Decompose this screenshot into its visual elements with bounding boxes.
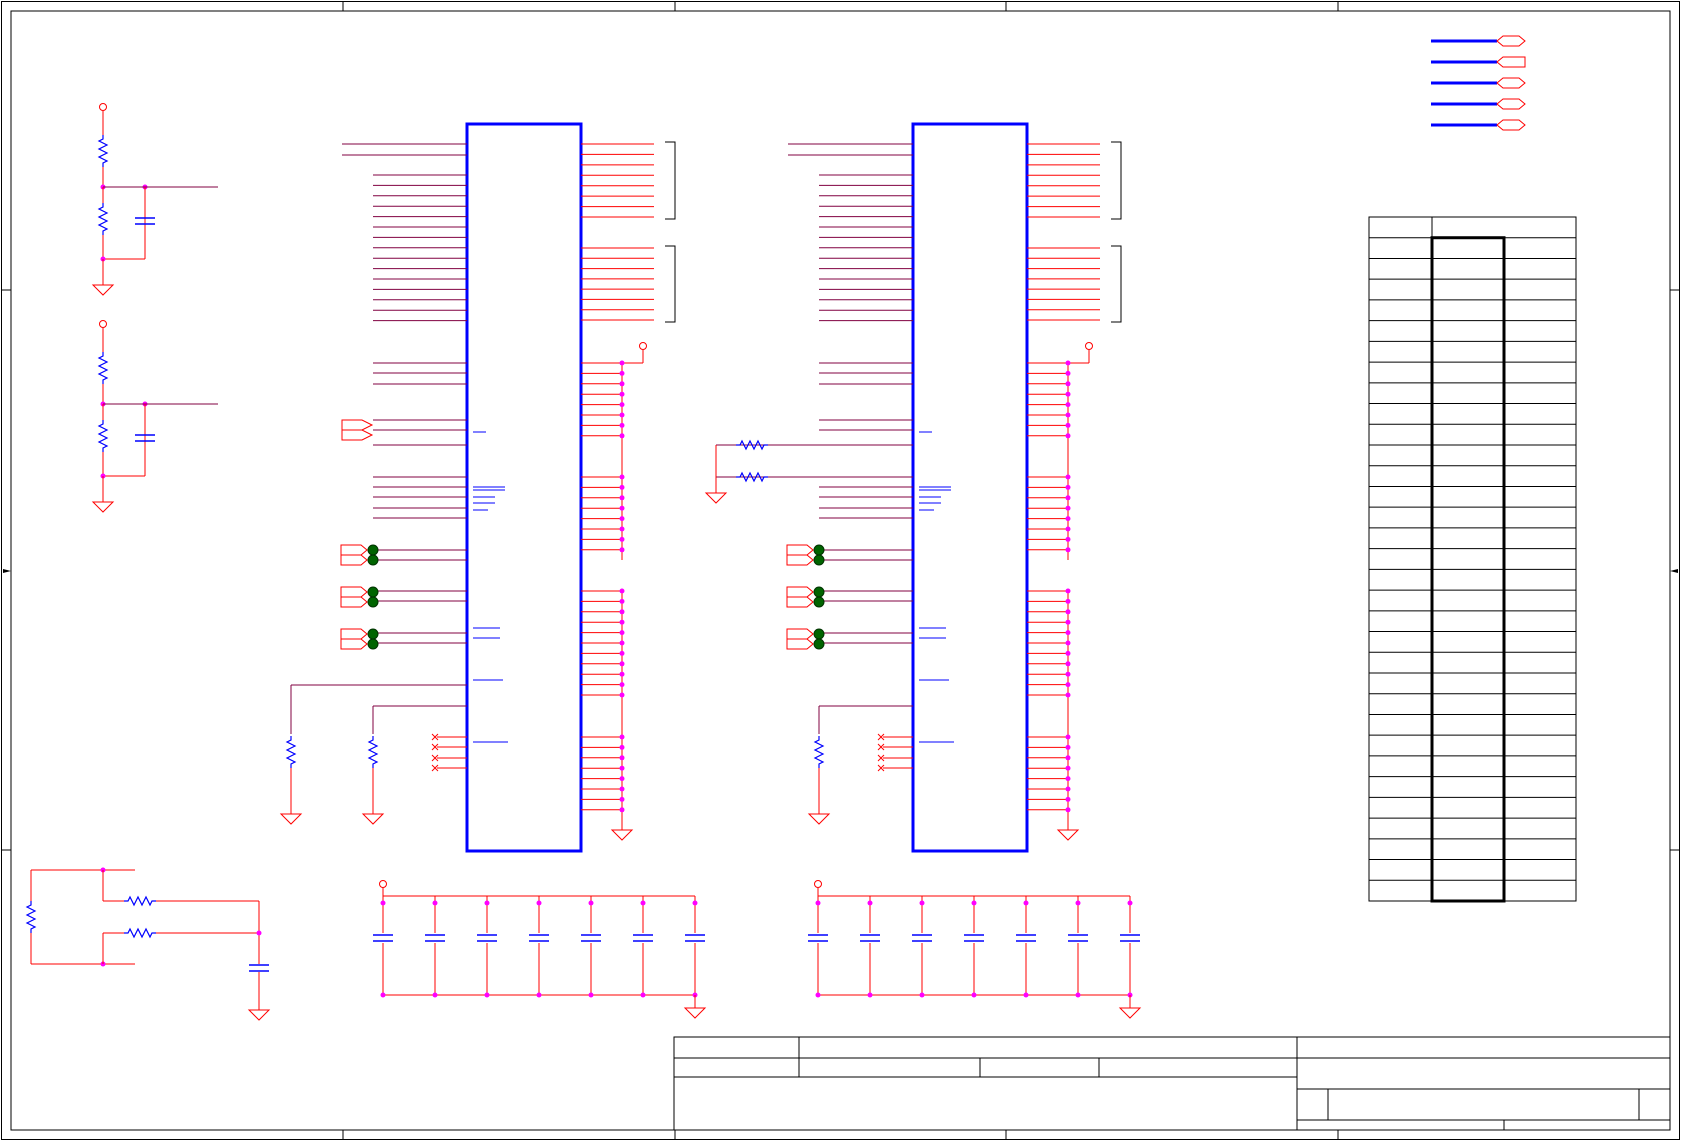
junction-dot: [815, 900, 821, 906]
junction-dot: [1065, 619, 1071, 625]
junction-dot: [256, 930, 262, 936]
junction-dot: [1065, 765, 1071, 771]
junction-dot: [640, 900, 646, 906]
junction-dot: [1065, 433, 1071, 439]
junction-dot: [380, 900, 386, 906]
junction-dot: [536, 992, 542, 998]
junction-dot: [619, 474, 625, 480]
junction-dot: [619, 370, 625, 376]
junction-dot: [619, 692, 625, 698]
junction-dot: [619, 734, 625, 740]
junction-dot: [619, 422, 625, 428]
junction-dot: [1065, 671, 1071, 677]
junction-dot: [484, 900, 490, 906]
junction-dot: [1065, 609, 1071, 615]
junction-dot: [619, 619, 625, 625]
junction-dot: [971, 900, 977, 906]
junction-dot: [619, 640, 625, 646]
junction-dot: [1075, 900, 1081, 906]
junction-dot: [380, 992, 386, 998]
junction-dot: [619, 547, 625, 553]
junction-dot: [692, 900, 698, 906]
junction-dot: [1065, 516, 1071, 522]
junction-dot: [867, 992, 873, 998]
junction-dot: [919, 900, 925, 906]
junction-dot: [1023, 992, 1029, 998]
junction-dot: [619, 360, 625, 366]
junction-dot: [619, 588, 625, 594]
junction-dot: [619, 650, 625, 656]
junction-dot: [619, 755, 625, 761]
junction-dot: [867, 900, 873, 906]
junction-dot: [484, 992, 490, 998]
junction-dot: [619, 526, 625, 532]
junction-dot: [619, 682, 625, 688]
junction-dot: [619, 630, 625, 636]
junction-dot: [1065, 661, 1071, 667]
junction-dot: [1065, 682, 1071, 688]
junction-dot: [1127, 900, 1133, 906]
junction-dot: [640, 992, 646, 998]
junction-dot: [1065, 598, 1071, 604]
junction-dot: [619, 807, 625, 813]
junction-dot: [1065, 360, 1071, 366]
junction-dot: [1065, 412, 1071, 418]
junction-dot: [619, 412, 625, 418]
junction-dot: [619, 391, 625, 397]
junction-dot: [1065, 744, 1071, 750]
junction-dot: [1065, 630, 1071, 636]
junction-dot: [432, 992, 438, 998]
junction-dot: [1065, 536, 1071, 542]
junction-dot: [619, 536, 625, 542]
junction-dot: [619, 765, 625, 771]
junction-dot: [619, 505, 625, 511]
junction-dot: [619, 661, 625, 667]
junction-dot: [619, 402, 625, 408]
junction-dot: [1065, 776, 1071, 782]
junction-dot: [619, 744, 625, 750]
junction-dot: [1065, 807, 1071, 813]
junction-dot: [919, 992, 925, 998]
junction-dot: [1065, 650, 1071, 656]
junction-dot: [432, 900, 438, 906]
junction-dot: [1065, 402, 1071, 408]
junction-dot: [1065, 547, 1071, 553]
junction-dot: [1065, 692, 1071, 698]
junction-dot: [1075, 992, 1081, 998]
junction-dot: [1065, 391, 1071, 397]
junction-dot: [588, 900, 594, 906]
junction-dot: [619, 516, 625, 522]
junction-dot: [588, 992, 594, 998]
junction-dot: [619, 484, 625, 490]
junction-dot: [1065, 495, 1071, 501]
junction-dot: [1065, 526, 1071, 532]
junction-dot: [619, 796, 625, 802]
junction-dot: [619, 433, 625, 439]
junction-dot: [1065, 755, 1071, 761]
junction-dot: [619, 776, 625, 782]
junction-dot: [1065, 640, 1071, 646]
junction-dot: [1065, 484, 1071, 490]
junction-dot: [815, 992, 821, 998]
junction-dot: [1065, 734, 1071, 740]
junction-dot: [1065, 786, 1071, 792]
junction-dot: [1065, 422, 1071, 428]
junction-dot: [971, 992, 977, 998]
junction-dot: [619, 598, 625, 604]
junction-dot: [1065, 474, 1071, 480]
junction-dot: [1023, 900, 1029, 906]
junction-dot: [619, 495, 625, 501]
junction-dot: [1065, 505, 1071, 511]
junction-dot: [1065, 588, 1071, 594]
junction-dot: [1065, 370, 1071, 376]
junction-dot: [1065, 381, 1071, 387]
schematic-sheet: [0, 0, 1681, 1141]
junction-dot: [619, 609, 625, 615]
junction-dot: [619, 381, 625, 387]
junction-dot: [619, 671, 625, 677]
junction-dot: [536, 900, 542, 906]
junction-dot: [619, 786, 625, 792]
junction-dot: [1065, 796, 1071, 802]
